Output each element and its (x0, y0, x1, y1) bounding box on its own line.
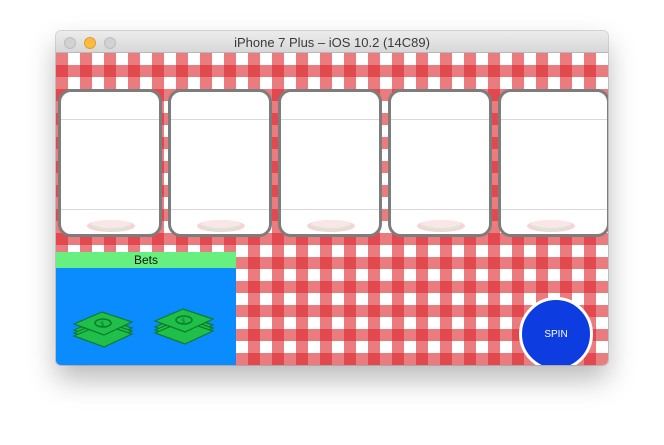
reel-3[interactable] (278, 89, 382, 237)
melon-icon (307, 220, 355, 232)
svg-text:$: $ (100, 320, 104, 328)
bets-panel: Bets $ $ (56, 252, 236, 365)
svg-text:$: $ (181, 317, 185, 325)
bets-header: Bets (56, 252, 236, 268)
melon-icon (527, 220, 575, 232)
melon-icon (197, 220, 245, 232)
reel-divider (281, 209, 379, 210)
reel-divider (391, 209, 489, 210)
cash-stack-icon[interactable]: $ (151, 305, 217, 345)
reel-4[interactable] (388, 89, 492, 237)
melon-icon (417, 220, 465, 232)
reel-divider (391, 119, 489, 120)
reel-divider (501, 119, 607, 120)
reel-divider (501, 209, 607, 210)
reel-divider (61, 209, 159, 210)
window-title: iPhone 7 Plus – iOS 10.2 (14C89) (234, 35, 430, 50)
reel-divider (281, 119, 379, 120)
reel-1[interactable] (58, 89, 162, 237)
cash-stack-icon[interactable]: $ (70, 308, 136, 348)
title-bar: iPhone 7 Plus – iOS 10.2 (14C89) (56, 31, 608, 53)
slot-machine-screen: Bets $ $ SPIN (56, 53, 608, 365)
melon-icon (87, 220, 135, 232)
reel-divider (171, 209, 269, 210)
spin-button[interactable]: SPIN (519, 297, 593, 365)
reel-5[interactable] (498, 89, 608, 237)
reel-divider (61, 119, 159, 120)
reel-2[interactable] (168, 89, 272, 237)
simulator-window: iPhone 7 Plus – iOS 10.2 (14C89) Bets $ … (56, 31, 608, 365)
reel-divider (171, 119, 269, 120)
